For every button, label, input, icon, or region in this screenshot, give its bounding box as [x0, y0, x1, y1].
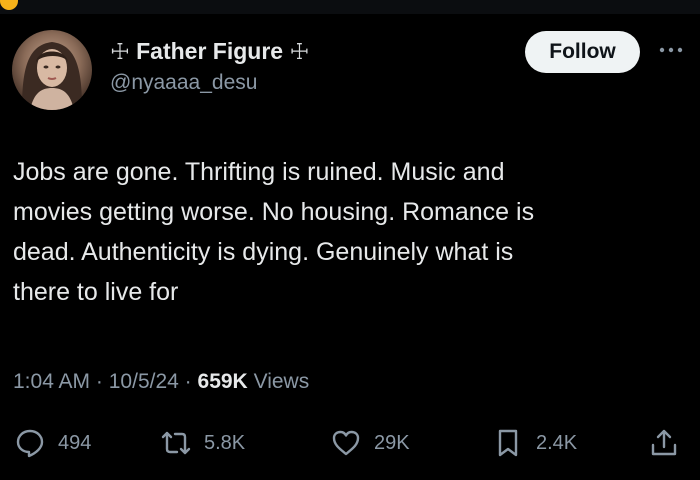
avatar[interactable]: [12, 30, 92, 110]
tweet-line: dead. Authenticity is dying. Genuinely w…: [13, 238, 514, 266]
bookmark-icon: [492, 427, 524, 459]
user-info: ☩ Father Figure ☩ @nyaaaa_desu: [110, 36, 309, 97]
meta-separator: ·: [95, 370, 103, 393]
meta-separator: ·: [184, 370, 192, 393]
views-label: Views: [253, 370, 310, 393]
cross-left: ☩: [110, 39, 130, 64]
tweet-meta: 1:04 AM · 10/5/24 · 659K Views: [13, 367, 309, 397]
share-icon: [648, 427, 680, 459]
like-count: 29K: [374, 431, 410, 454]
share-button[interactable]: [648, 420, 680, 466]
bookmark-button[interactable]: 2.4K: [492, 420, 577, 466]
cross-right: ☩: [289, 39, 310, 64]
heart-icon: [330, 427, 362, 459]
repost-button[interactable]: 5.8K: [160, 420, 245, 466]
views-count: 659K: [197, 370, 248, 393]
tweet-line: Jobs are gone. Thrifting is ruined. Musi…: [13, 158, 505, 186]
emoji-fragment: [0, 0, 18, 10]
reply-button[interactable]: 494: [14, 420, 91, 466]
action-bar: 494 5.8K 29K 2.4K: [0, 420, 700, 466]
display-name[interactable]: ☩ Father Figure ☩: [110, 36, 309, 67]
tweet-date[interactable]: 10/5/24: [109, 370, 179, 393]
reply-icon: [14, 427, 46, 459]
bookmark-count: 2.4K: [536, 431, 578, 454]
reply-count: 494: [58, 431, 92, 454]
repost-count: 5.8K: [204, 431, 246, 454]
more-horizontal-icon[interactable]: [656, 40, 686, 60]
user-handle[interactable]: @nyaaaa_desu: [110, 69, 309, 97]
tweet-line: movies getting worse. No housing. Romanc…: [13, 198, 535, 226]
tweet-line: there to live for: [13, 278, 179, 306]
display-name-text: Father Figure: [136, 38, 284, 64]
like-button[interactable]: 29K: [330, 420, 410, 466]
avatar-image: [22, 42, 82, 110]
top-edge-bar: [0, 0, 700, 14]
tweet-time[interactable]: 1:04 AM: [13, 370, 90, 393]
repost-icon: [160, 427, 192, 459]
tweet-text: Jobs are gone. Thrifting is ruined. Musi…: [13, 152, 673, 312]
follow-button[interactable]: Follow: [525, 31, 640, 73]
